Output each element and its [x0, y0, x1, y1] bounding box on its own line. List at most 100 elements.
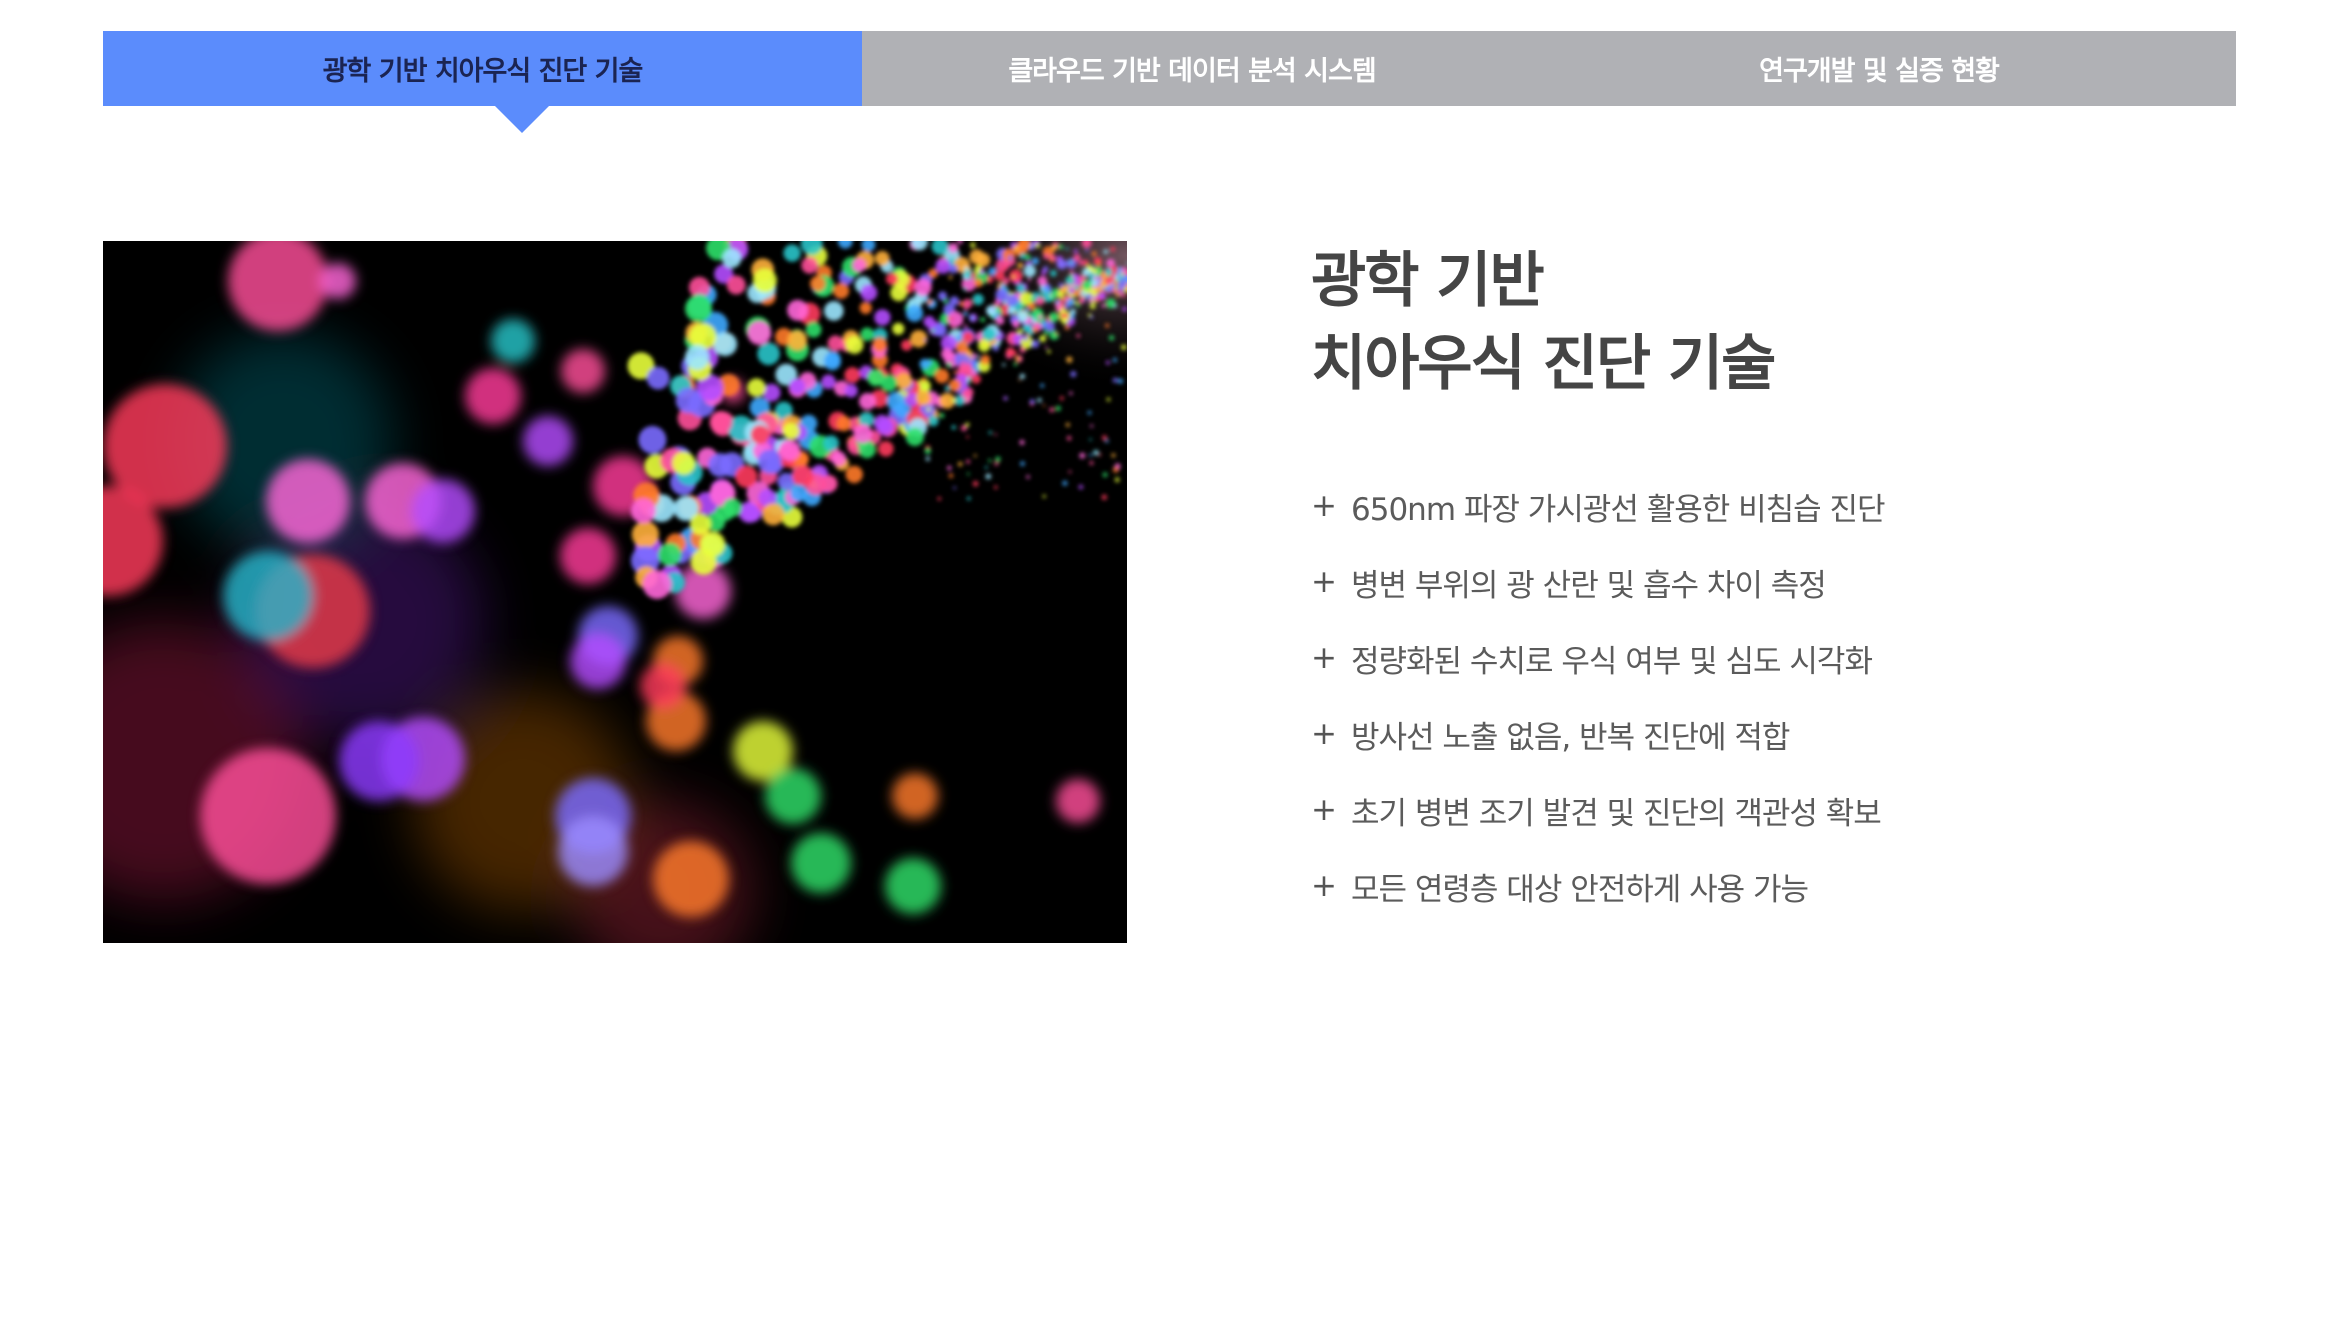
bokeh-dot [995, 456, 1001, 462]
bokeh-dot [895, 372, 913, 390]
bokeh-dot [1060, 313, 1066, 319]
bokeh-dot [858, 440, 876, 459]
bokeh-dot [1024, 254, 1031, 261]
bokeh-dot [944, 385, 951, 392]
bokeh-dot [1104, 286, 1109, 291]
bokeh-dot [1050, 254, 1056, 261]
bokeh-dot [689, 513, 712, 535]
bokeh-dot [810, 275, 826, 292]
bokeh-dot [967, 472, 970, 476]
bokeh-dot [1073, 300, 1078, 305]
bokeh-dot [713, 332, 738, 357]
bokeh-dot [925, 456, 930, 461]
bokeh-dot [672, 451, 696, 475]
bokeh-dot [1090, 315, 1094, 319]
bokeh-dot [1086, 293, 1093, 299]
bokeh-dot [970, 242, 976, 248]
bokeh-dot [933, 323, 947, 337]
bokeh-dot [934, 368, 950, 384]
bokeh-dot [948, 379, 962, 392]
bokeh-dot [1069, 260, 1073, 265]
bokeh-dot [972, 353, 978, 359]
bokeh-dot [630, 498, 656, 524]
tab-rnd-status[interactable]: 연구개발 및 실증 현황 [1522, 31, 2236, 106]
bokeh-dot [935, 258, 951, 274]
bokeh-dot [1105, 323, 1110, 328]
feature-text: 정량화된 수치로 우식 여부 및 심도 시각화 [1351, 643, 1873, 680]
bokeh-dot [980, 317, 986, 323]
bokeh-dot [1009, 269, 1023, 283]
bokeh-dot [1031, 340, 1040, 348]
feature-item: + 정량화된 수치로 우식 여부 및 심도 시각화 [1311, 620, 1885, 696]
bokeh-dot [972, 293, 984, 306]
bokeh-dot [1057, 291, 1064, 299]
bokeh-dot [926, 407, 931, 412]
bokeh-dot [1089, 461, 1094, 465]
bokeh-dot [1044, 346, 1048, 349]
bokeh-dot [1051, 244, 1058, 251]
bokeh-dot [927, 359, 933, 365]
bokeh-dot [1043, 330, 1049, 336]
bokeh-dot [1000, 283, 1007, 290]
bokeh-dot [994, 485, 998, 490]
title-line: 치아우식 진단 기술 [1311, 329, 1776, 399]
bokeh-dot [1097, 277, 1102, 282]
bokeh-dot [951, 324, 956, 329]
bokeh-dot [722, 248, 742, 268]
bokeh-dot [1055, 405, 1061, 412]
bokeh-dot [558, 816, 628, 886]
tab-label: 연구개발 및 실증 현황 [1759, 56, 2000, 87]
bokeh-dot [1031, 257, 1039, 265]
bokeh-dot [972, 480, 979, 487]
bokeh-dot [930, 328, 935, 333]
bokeh-dot [872, 337, 888, 352]
bokeh-dot [560, 528, 616, 584]
feature-item: + 방사선 노출 없음, 반복 진단에 적합 [1311, 696, 1885, 772]
bokeh-dot [1103, 249, 1109, 254]
bokeh-dot [966, 496, 971, 501]
bokeh-dot [1122, 306, 1127, 312]
bokeh-dot [747, 378, 766, 397]
bokeh-dot [886, 391, 906, 411]
bokeh-dot [1065, 278, 1070, 283]
plus-icon: + [1311, 640, 1337, 676]
feature-item: + 초기 병변 조기 발견 및 진단의 객관성 확보 [1311, 772, 1885, 848]
bokeh-dot [1050, 270, 1057, 277]
bokeh-dot [1002, 363, 1006, 367]
tab-cloud-analysis[interactable]: 클라우드 기반 데이터 분석 시스템 [862, 31, 1522, 106]
bokeh-dot [953, 486, 956, 490]
bokeh-dot [1019, 439, 1025, 445]
bokeh-dot [964, 266, 969, 272]
bokeh-dot [1105, 360, 1110, 365]
bokeh-dot [1118, 286, 1124, 292]
bokeh-dot [1089, 303, 1096, 310]
bokeh-dot [1114, 477, 1120, 483]
tab-optical-diagnosis[interactable]: 광학 기반 치아우식 진단 기술 [103, 31, 862, 133]
bokeh-dot [943, 298, 949, 304]
bokeh-dot [892, 773, 938, 819]
bokeh-dot [750, 425, 770, 445]
bokeh-dot [946, 362, 952, 368]
bokeh-dot [948, 473, 954, 478]
bokeh-dot [801, 256, 819, 274]
bokeh-dot [890, 284, 908, 302]
bokeh-dot [1087, 410, 1092, 415]
bokeh-dot [845, 465, 863, 484]
bokeh-dot [923, 316, 935, 328]
bokeh-dot [994, 270, 1006, 281]
bokeh-dot [570, 633, 626, 689]
bokeh-dot [1048, 312, 1059, 323]
bokeh-dot [905, 304, 924, 322]
tab-bar: 광학 기반 치아우식 진단 기술 클라우드 기반 데이터 분석 시스템 연구개발… [103, 31, 2236, 133]
bokeh-dot [957, 461, 963, 467]
bokeh-dot [1089, 453, 1093, 457]
bokeh-dot [792, 465, 814, 487]
bokeh-dot [320, 263, 356, 299]
bokeh-dot [1090, 424, 1094, 428]
bokeh-dot [1049, 294, 1053, 297]
bokeh-dot [1073, 254, 1081, 262]
bokeh-dot [1102, 472, 1108, 478]
bokeh-dot [653, 841, 729, 917]
bokeh-dot [951, 398, 956, 403]
bokeh-dot [948, 264, 958, 274]
